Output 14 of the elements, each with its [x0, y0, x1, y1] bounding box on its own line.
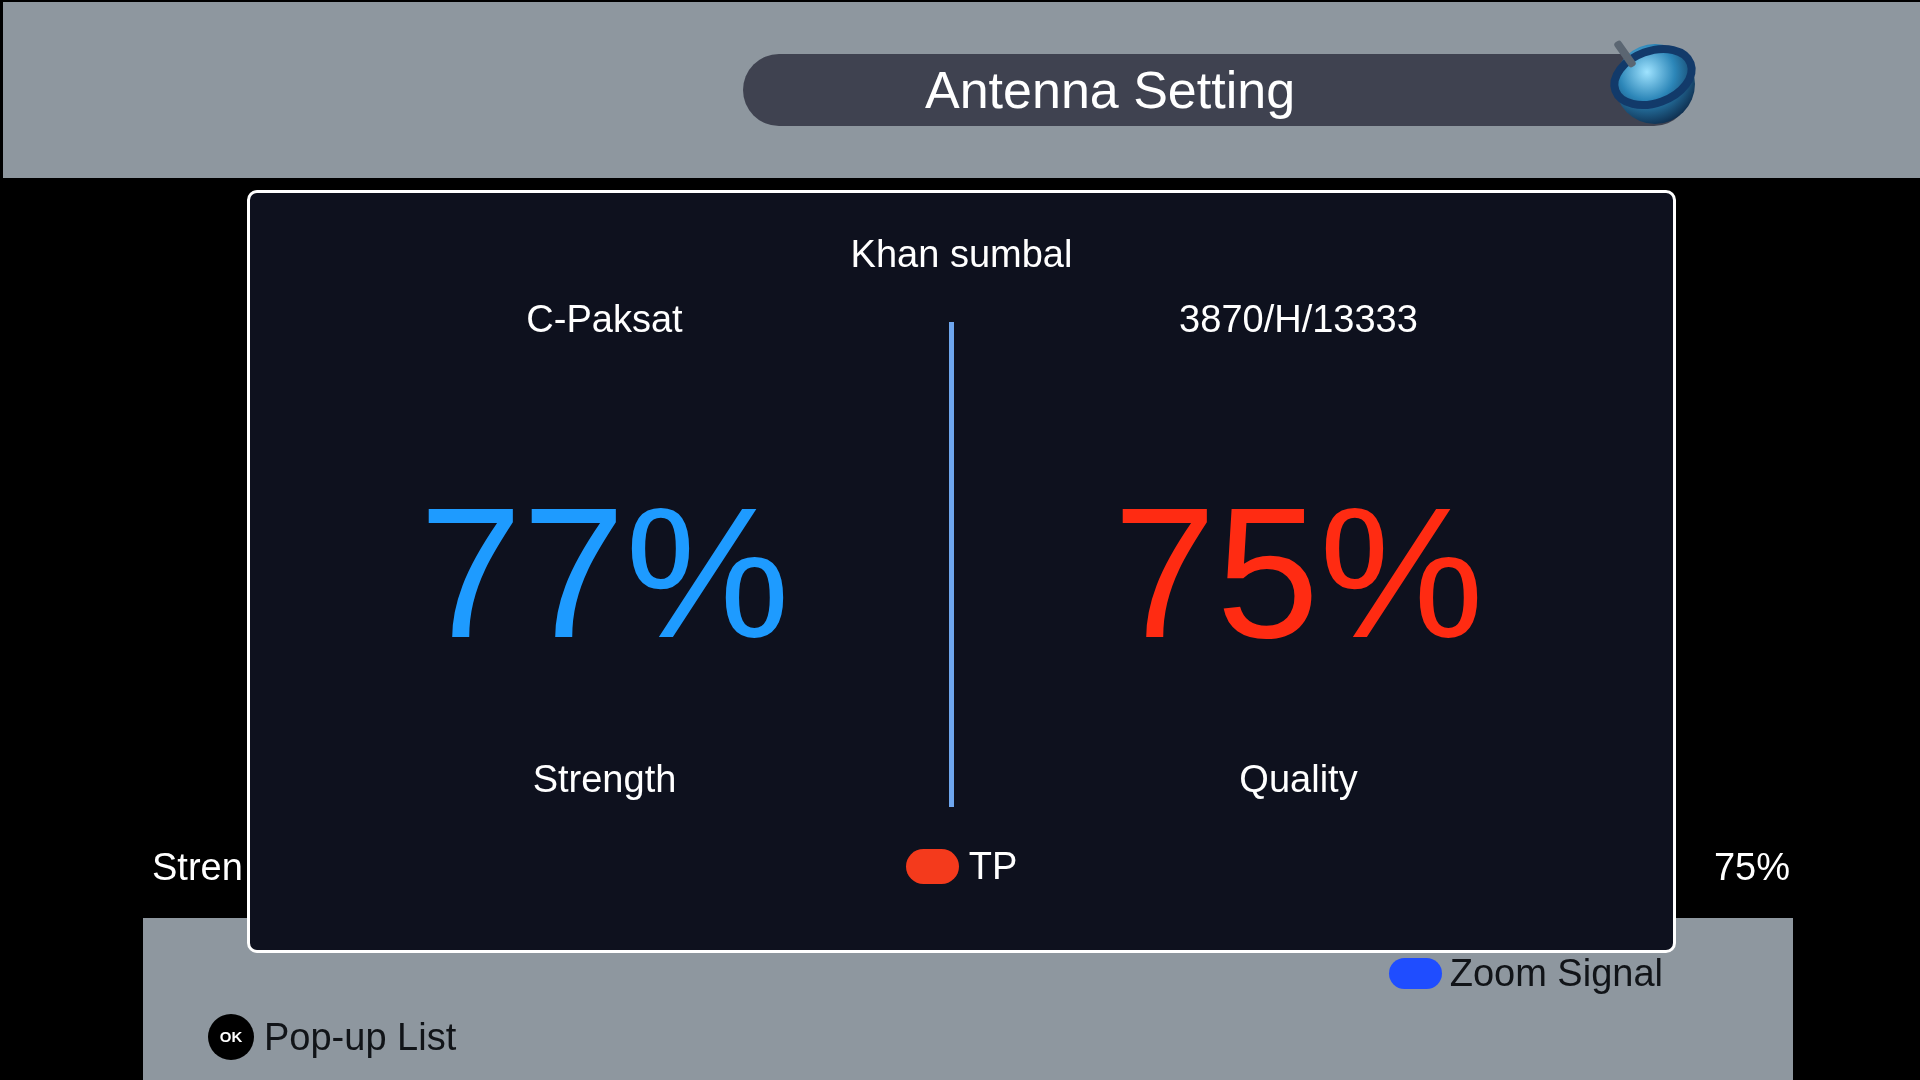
dialog-title: Khan sumbal — [850, 233, 1073, 275]
hint-label: Zoom Signal — [1449, 954, 1663, 992]
meter-label: Strength — [532, 758, 677, 800]
hint-label: Pop-up List — [264, 1018, 457, 1056]
ok-key: OK — [208, 1014, 254, 1060]
meter-caption: 3870/H/13333 — [1179, 298, 1418, 340]
window-title: Antenna Setting — [925, 60, 1296, 120]
signal-reading: 75% — [1713, 846, 1790, 888]
signal-label: Stren — [152, 846, 243, 888]
meter-label: Quality — [1239, 758, 1358, 800]
hint-label: TP — [968, 845, 1018, 887]
meter-value: 75% — [1113, 481, 1484, 666]
meter-caption: C-Paksat — [526, 298, 683, 340]
meter-value: 77% — [419, 481, 790, 666]
